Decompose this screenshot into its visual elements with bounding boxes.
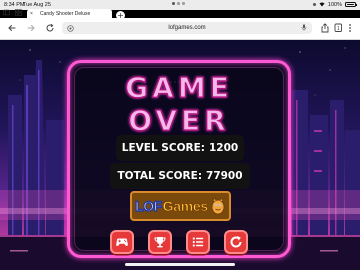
restart-button[interactable] [224, 230, 248, 254]
logo-games-text: Games [162, 198, 208, 215]
total-score: TOTAL SCORE: 77900 [110, 163, 250, 189]
more-games-button[interactable] [110, 230, 134, 254]
svg-text:1: 1 [337, 26, 340, 32]
tab-overview-icon[interactable] [15, 9, 22, 16]
game-action-buttons [110, 230, 250, 254]
list-icon [192, 237, 204, 247]
tab-close-icon[interactable]: × [30, 11, 33, 17]
forward-icon[interactable] [26, 23, 36, 33]
browser-toolbar: lofgames.com 1 [0, 18, 360, 40]
game-over-panel: GAME OVER LEVEL SCORE: 1200 TOTAL SCORE: 7… [67, 60, 291, 258]
level-score: LEVEL SCORE: 1200 [116, 135, 244, 161]
level-select-button[interactable] [186, 230, 210, 254]
restart-icon [230, 236, 242, 248]
level-score-value: 1200 [208, 142, 239, 154]
mascot-icon [211, 197, 225, 215]
total-score-value: 77900 [206, 170, 243, 182]
reload-icon[interactable] [45, 23, 55, 33]
leaderboard-button[interactable] [148, 230, 172, 254]
microphone-icon[interactable] [301, 24, 307, 31]
menu-dots-icon[interactable] [346, 23, 354, 33]
game-over-title: GAME OVER [125, 70, 233, 137]
gamepad-icon [116, 238, 128, 246]
total-score-label: TOTAL SCORE: [117, 170, 203, 182]
game-canvas[interactable]: GAME OVER LEVEL SCORE: 1200 TOTAL SCORE: 7… [0, 40, 360, 270]
url-text: lofgames.com [168, 24, 206, 31]
back-icon[interactable] [7, 23, 17, 33]
lofgames-logo-button[interactable]: LOF Games [130, 191, 231, 221]
trophy-icon [154, 237, 166, 248]
tab-count-icon[interactable]: 1 [333, 23, 343, 33]
home-indicator[interactable] [125, 263, 235, 266]
logo-lof-text: LOF [134, 197, 162, 214]
tab-bar: × Candy Shooter Deluxe + [0, 5, 360, 20]
sidebar-icon[interactable] [3, 9, 10, 16]
tab-title: Candy Shooter Deluxe [40, 11, 91, 18]
level-score-label: LEVEL SCORE: [121, 142, 205, 154]
share-icon[interactable] [320, 23, 330, 33]
address-bar[interactable]: lofgames.com [62, 22, 312, 34]
